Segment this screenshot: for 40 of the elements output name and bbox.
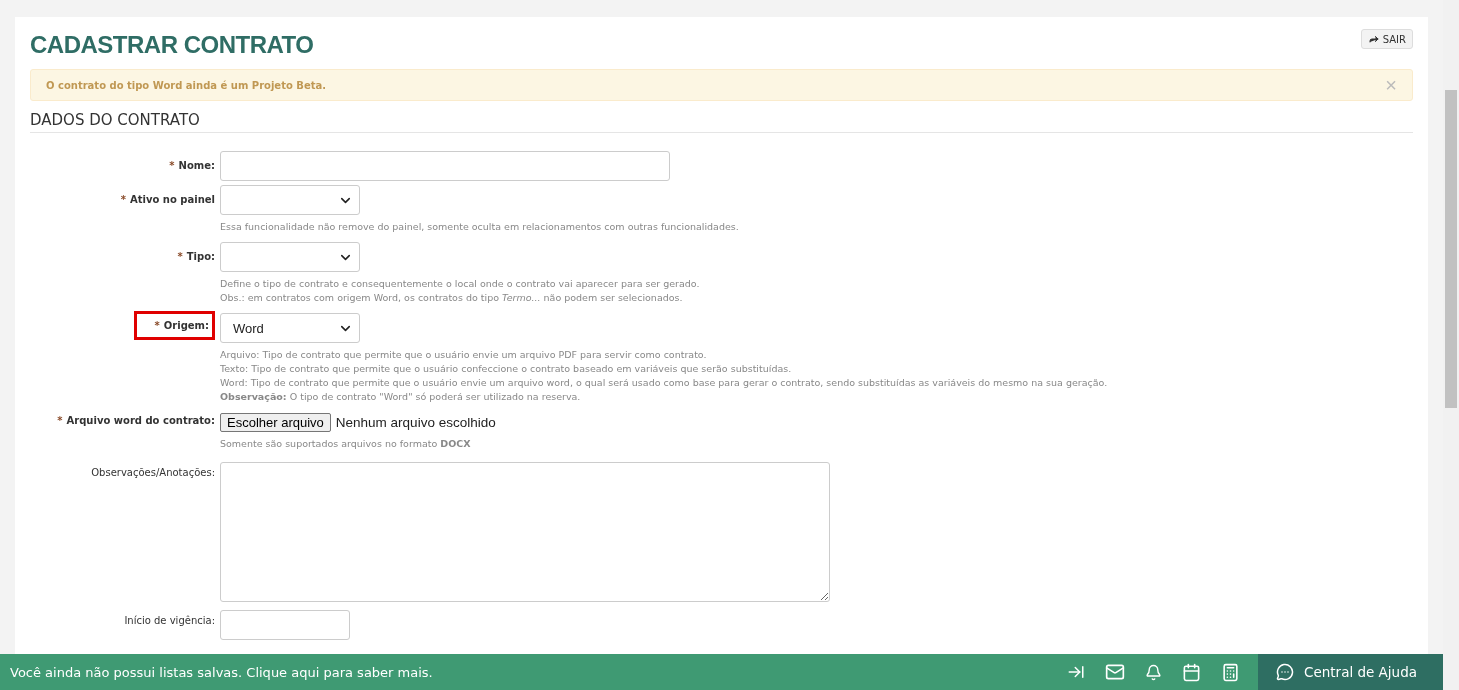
select-field[interactable] (220, 185, 360, 215)
field-label: * Origem: (133, 311, 215, 340)
help-text: Define o tipo de contrato e consequentemente o local onde o contrato vai aparecer para ser gerado. (220, 277, 701, 291)
required-asterisk: * (154, 320, 160, 331)
field-label: * Nome: (169, 160, 215, 171)
calculator-icon[interactable] (1221, 662, 1240, 682)
help-text: Essa funcionalidade não remove do painel, somente oculta em relacionamentos com outras funcionalidades. (220, 220, 740, 234)
help-text: Word: Tipo de contrato que permite que o usuário envie um arquivo word, o qual será usado como base para gerar o contrato, sendo substituídas as variáveis do mesmo na sua geração. (220, 376, 1109, 390)
mail-icon[interactable] (1105, 662, 1125, 682)
help-text: Observação: O tipo de contrato "Word" só poderá ser utilizado na reserva. (220, 390, 582, 404)
help-text: Arquivo: Tipo de contrato que permite que o usuário envie um arquivo PDF para servir como contrato. (220, 348, 708, 362)
help-text: Obs.: em contratos com origem Word, os contratos do tipo Termo... não podem ser selecionados. (220, 291, 684, 305)
alert-text: O contrato do tipo Word ainda é um Projeto Beta. (46, 79, 326, 91)
exit-button[interactable]: SAIR (1360, 29, 1413, 49)
help-center-button[interactable]: Central de Ajuda (1258, 654, 1443, 690)
field-label: * Arquivo word do contrato: (57, 415, 215, 426)
section-title: DADOS DO CONTRATO (30, 111, 1413, 133)
page-title: CADASTRAR CONTRATO (30, 31, 314, 59)
required-asterisk: * (120, 194, 127, 205)
file-status: Nenhum arquivo escolhido (335, 414, 496, 430)
bell-icon[interactable] (1145, 663, 1162, 681)
required-asterisk: * (57, 415, 63, 426)
field-label: * Ativo no painel (120, 194, 215, 205)
calendar-icon[interactable] (1182, 662, 1201, 682)
share-arrow-icon (1367, 33, 1380, 45)
field-label: Observações/Anotações: (91, 467, 215, 478)
date-input[interactable] (220, 610, 350, 640)
chat-icon (1276, 663, 1294, 681)
select-field[interactable] (220, 242, 360, 272)
help-text: Somente são suportados arquivos no formato DOCX (220, 437, 472, 451)
field-label: * Tipo: (177, 251, 215, 262)
notes-textarea[interactable] (220, 462, 830, 602)
select-field[interactable]: Word (220, 313, 360, 343)
required-asterisk: * (177, 251, 183, 262)
choose-file-button[interactable]: Escolher arquivo (220, 412, 331, 432)
arrow-to-line-icon[interactable] (1067, 663, 1085, 681)
name-input[interactable] (220, 151, 670, 181)
field-label: Início de vigência: (124, 615, 215, 626)
required-asterisk: * (169, 160, 175, 171)
help-text: Texto: Tipo de contrato que permite que o usuário confeccione o contrato baseado em variáveis que serão substituídas. (220, 362, 793, 376)
